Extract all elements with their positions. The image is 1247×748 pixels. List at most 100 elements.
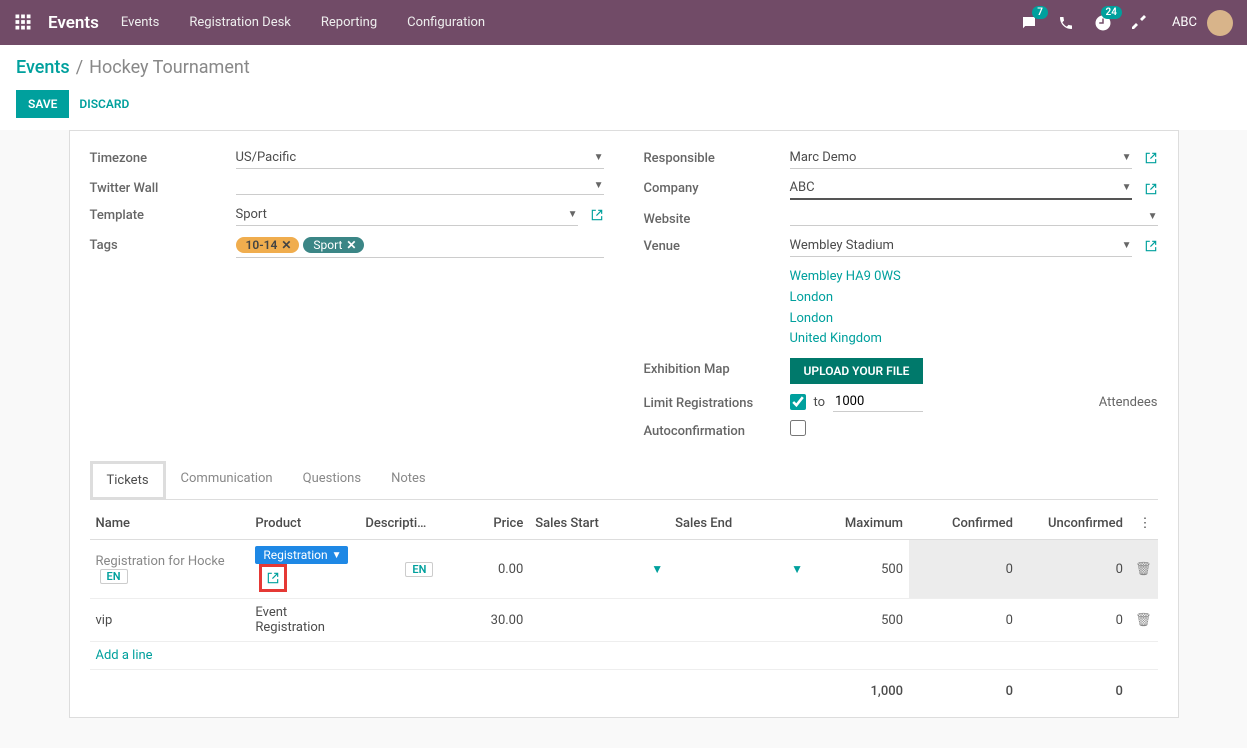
external-link-icon[interactable] [1144,182,1158,196]
limit-value-input[interactable] [833,392,923,412]
tag-item[interactable]: Sport ✕ [303,237,364,253]
tab-tickets[interactable]: Tickets [90,461,166,500]
limit-unit-label: Attendees [1099,395,1158,410]
col-menu[interactable]: ⋮ [1129,508,1158,540]
tab-questions[interactable]: Questions [288,461,376,500]
messages-badge: 7 [1032,6,1048,19]
company-select[interactable]: ABC ▼ [790,177,1132,200]
col-sales-end[interactable]: Sales End [669,508,809,540]
cell-unconfirmed: 0 [1019,599,1129,642]
external-link-icon[interactable] [1144,151,1158,165]
autoconfirmation-label: Autoconfirmation [644,420,790,439]
cell-price[interactable]: 30.00 [439,599,529,642]
timezone-select[interactable]: US/Pacific ▼ [236,147,604,169]
address-line: London [790,288,901,309]
col-maximum[interactable]: Maximum [809,508,909,540]
activities-badge: 24 [1101,6,1122,19]
responsible-label: Responsible [644,147,790,166]
breadcrumb-root[interactable]: Events [16,57,70,78]
tag-remove-icon[interactable]: ✕ [281,238,291,252]
col-name[interactable]: Name [90,508,250,540]
discard-button[interactable]: DISCARD [79,97,129,111]
activities-icon[interactable]: 24 [1094,14,1112,32]
cell-name[interactable]: vip [90,599,250,642]
form-right-column: Responsible Marc Demo ▼ Company ABC ▼ [644,143,1158,443]
caret-down-icon: ▼ [1122,152,1132,163]
col-sales-start[interactable]: Sales Start [529,508,669,540]
tag-item[interactable]: 10-14 ✕ [236,237,300,253]
cell-name[interactable]: Registration for Hocke EN [90,540,250,599]
nav-registration-desk[interactable]: Registration Desk [189,15,291,30]
apps-icon[interactable] [14,13,34,33]
cell-sales-start[interactable] [529,599,669,642]
table-row[interactable]: vip Event Registration 30.00 500 0 0 🗑 [90,599,1158,642]
nav-events[interactable]: Events [121,15,159,30]
col-confirmed[interactable]: Confirmed [909,508,1019,540]
col-price[interactable]: Price [439,508,529,540]
lang-badge[interactable]: EN [100,569,128,584]
delete-row-icon[interactable]: 🗑 [1135,562,1152,577]
table-row-addline: Add a line [90,642,1158,670]
avatar[interactable] [1207,10,1233,36]
messages-icon[interactable]: 7 [1020,14,1038,32]
tab-communication[interactable]: Communication [166,461,288,500]
template-select[interactable]: Sport ▼ [236,204,578,226]
venue-select[interactable]: Wembley Stadium ▼ [790,235,1132,257]
nav-reporting[interactable]: Reporting [321,15,377,30]
cell-price[interactable]: 0.00 [439,540,529,599]
col-unconfirmed[interactable]: Unconfirmed [1019,508,1129,540]
caret-down-icon: ▼ [1122,240,1132,251]
responsible-select[interactable]: Marc Demo ▼ [790,147,1132,169]
website-label: Website [644,208,790,227]
company-value: ABC [790,180,815,195]
company-label: Company [644,177,790,196]
autoconfirmation-checkbox[interactable] [790,420,806,436]
add-line-link[interactable]: Add a line [96,648,153,663]
delete-row-icon[interactable]: 🗑 [1135,613,1152,628]
exhibition-map-label: Exhibition Map [644,358,790,377]
cell-sales-end[interactable]: ▼ [669,540,809,599]
venue-address: Wembley HA9 0WS London London United Kin… [790,265,901,350]
caret-down-icon: ▼ [594,180,604,191]
col-description[interactable]: Descripti… [359,508,439,540]
user-label[interactable]: ABC [1172,15,1197,30]
tab-notes[interactable]: Notes [376,461,441,500]
template-label: Template [90,204,236,223]
upload-file-button[interactable]: UPLOAD YOUR FILE [790,358,924,384]
limit-registrations-label: Limit Registrations [644,392,790,411]
tags-input[interactable]: 10-14 ✕ Sport ✕ [236,234,604,258]
caret-down-icon: ▼ [791,562,803,576]
cell-sales-start[interactable]: ▼ [529,540,669,599]
caret-down-icon: ▼ [1122,182,1132,193]
cell-maximum[interactable]: 500 [809,599,909,642]
cell-sales-end[interactable] [669,599,809,642]
cell-confirmed: 0 [909,540,1019,599]
table-row[interactable]: Registration for Hocke EN Registration ▼… [90,540,1158,599]
cell-product[interactable]: Registration ▼ [249,540,359,599]
cell-confirmed: 0 [909,599,1019,642]
cell-description[interactable]: EN [359,540,439,599]
phone-icon[interactable] [1058,15,1074,31]
address-line: London [790,309,901,330]
twitter-select[interactable]: ▼ [236,177,604,195]
product-select[interactable]: Registration ▼ [255,546,347,564]
address-line: Wembley HA9 0WS [790,267,901,288]
tag-remove-icon[interactable]: ✕ [346,238,356,252]
cell-product[interactable]: Event Registration [249,599,359,642]
external-link-icon[interactable] [259,564,287,592]
save-button[interactable]: SAVE [16,90,69,118]
col-product[interactable]: Product [249,508,359,540]
external-link-icon[interactable] [590,208,604,222]
website-select[interactable]: ▼ [790,208,1158,226]
tools-icon[interactable] [1132,15,1148,31]
twitter-label: Twitter Wall [90,177,236,196]
external-link-icon[interactable] [1144,239,1158,253]
cell-maximum[interactable]: 500 [809,540,909,599]
cell-description[interactable] [359,599,439,642]
brand-label[interactable]: Events [48,13,99,33]
lang-badge[interactable]: EN [405,562,433,577]
template-value: Sport [236,207,267,222]
limit-registrations-checkbox[interactable] [790,394,806,410]
nav-configuration[interactable]: Configuration [407,15,485,30]
cell-unconfirmed: 0 [1019,540,1129,599]
